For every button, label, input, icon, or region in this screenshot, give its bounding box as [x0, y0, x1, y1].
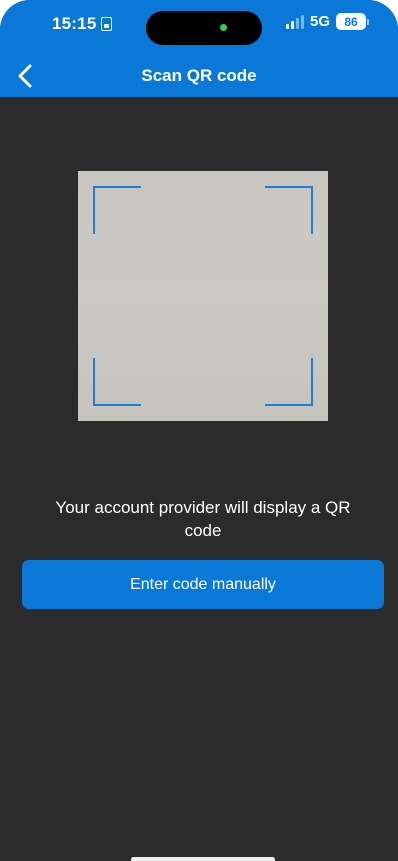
signal-icon — [286, 14, 304, 29]
scan-frame-corner — [93, 358, 141, 406]
scan-frame-corner — [93, 186, 141, 234]
battery-icon: 86 — [336, 13, 370, 30]
camera-viewfinder — [78, 171, 328, 421]
scan-frame-corner — [265, 186, 313, 234]
camera-indicator-icon — [220, 24, 227, 31]
enter-code-manually-button[interactable]: Enter code manually — [22, 560, 384, 609]
sim-card-icon — [101, 17, 113, 31]
instruction-text: Your account provider will display a QR … — [55, 498, 351, 540]
status-time: 15:15 — [52, 14, 113, 34]
status-indicators: 5G 86 — [286, 13, 370, 30]
battery-level: 86 — [336, 13, 367, 30]
status-time-label: 15:15 — [52, 14, 97, 33]
dynamic-island — [146, 11, 262, 45]
network-type: 5G — [310, 13, 331, 30]
scan-frame-corner — [265, 358, 313, 406]
phone-screen: 15:15 5G 86 Scan QR code Your account pr… — [0, 0, 398, 861]
home-indicator — [131, 857, 275, 861]
page-title: Scan QR code — [141, 66, 257, 85]
